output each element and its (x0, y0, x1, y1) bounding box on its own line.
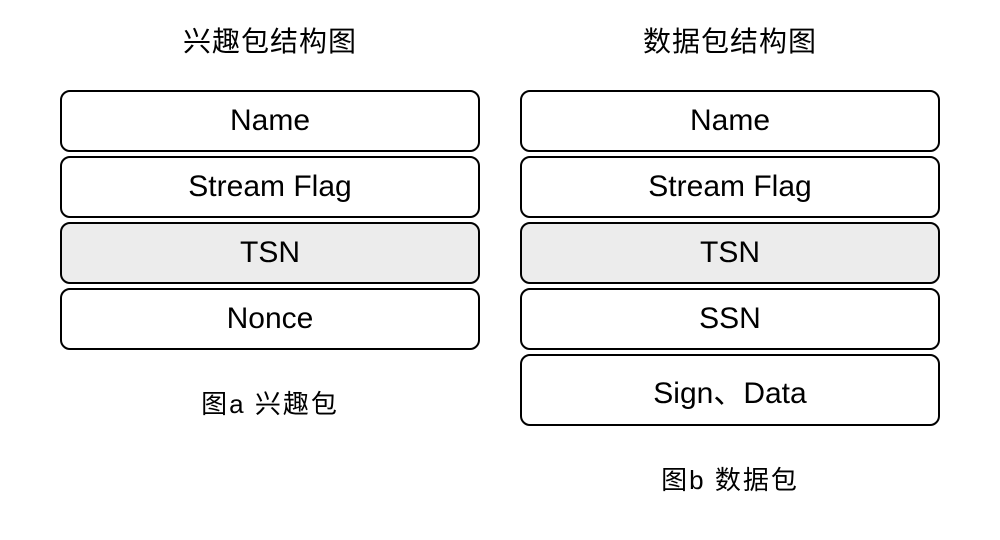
data-packet-caption: 图b 数据包 (661, 460, 799, 497)
data-field-name: Name (520, 90, 940, 152)
interest-field-stream-flag: Stream Flag (60, 156, 480, 218)
interest-packet-title: 兴趣包结构图 (183, 20, 357, 60)
interest-packet-caption: 图a 兴趣包 (201, 384, 339, 421)
data-field-tsn: TSN (520, 222, 940, 284)
interest-field-nonce: Nonce (60, 288, 480, 350)
data-field-stream-flag: Stream Flag (520, 156, 940, 218)
interest-field-tsn: TSN (60, 222, 480, 284)
data-field-sign-data: Sign、Data (520, 354, 940, 426)
data-packet-title: 数据包结构图 (643, 20, 817, 60)
data-packet-stack: Name Stream Flag TSN SSN Sign、Data (520, 90, 940, 430)
data-field-ssn: SSN (520, 288, 940, 350)
interest-packet-stack: Name Stream Flag TSN Nonce (60, 90, 480, 354)
interest-field-name: Name (60, 90, 480, 152)
interest-packet-diagram: 兴趣包结构图 Name Stream Flag TSN Nonce 图a 兴趣包 (60, 20, 480, 421)
data-packet-diagram: 数据包结构图 Name Stream Flag TSN SSN Sign、Dat… (520, 20, 940, 497)
